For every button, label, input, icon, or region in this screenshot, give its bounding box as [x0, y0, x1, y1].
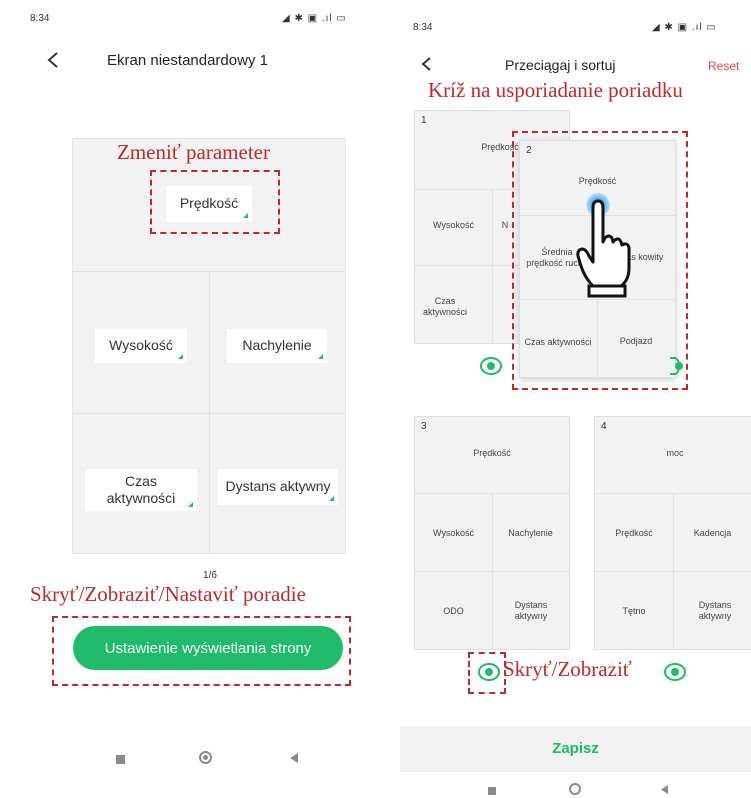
eye-icon[interactable]	[664, 663, 686, 681]
eye-icon[interactable]	[478, 663, 500, 681]
annotation-drag: Kríž na usporiadanie poriadku	[428, 78, 683, 102]
page-title: Przeciągaj i sortuj	[505, 57, 616, 73]
card-cell: Prędkość	[473, 447, 511, 458]
back-icon[interactable]	[420, 56, 432, 72]
screen-card-4[interactable]: 4 moc Prędkość Kadencja Tętno Dystans ak…	[594, 416, 751, 650]
card-number: 3	[421, 421, 427, 432]
card-cell: Dystans aktywny	[698, 600, 732, 621]
page-title: Ekran niestandardowy 1	[107, 52, 268, 69]
page-display-settings-button[interactable]: Ustawienie wyświetlania strony	[73, 626, 343, 670]
cell-active-distance[interactable]: Dystans aktywny	[218, 469, 338, 505]
card-cell: Kadencja	[693, 527, 732, 538]
save-button[interactable]: Zapisz	[400, 740, 751, 757]
back-nav-icon[interactable]	[289, 752, 299, 764]
cell-altitude[interactable]: Wysokość	[95, 329, 187, 363]
card-number: 4	[601, 421, 607, 432]
screen-card-3[interactable]: 3 Prędkość Wysokość Nachylenie ODO Dysta…	[414, 416, 570, 650]
status-icons: ◢ ✱ ▣ .ıl ▭	[652, 22, 717, 33]
home-icon[interactable]	[199, 751, 212, 764]
recent-apps-icon[interactable]	[116, 755, 125, 764]
cell-active-time[interactable]: Czas aktywności	[85, 469, 197, 511]
card-cell: Wysokość	[433, 527, 474, 538]
recent-apps-icon[interactable]	[488, 787, 496, 795]
card-cell: N	[501, 219, 509, 230]
hand-pointer-icon	[576, 199, 631, 298]
cell-slope[interactable]: Nachylenie	[227, 329, 327, 363]
card-cell: ODO	[443, 605, 464, 616]
back-nav-icon[interactable]	[660, 784, 669, 795]
reset-button[interactable]: Reset	[708, 59, 739, 73]
status-time: 8:34	[30, 13, 50, 24]
card-cell: Tętno	[622, 605, 646, 616]
card-cell: Prędkość	[615, 527, 653, 538]
annotation-hide-show: Skryť/Zobraziť	[503, 657, 632, 681]
save-bar: Zapisz	[400, 726, 751, 772]
cell-label: Nachylenie	[242, 337, 312, 354]
card-cell: moc	[666, 447, 684, 458]
card-number: 1	[421, 115, 427, 126]
page-indicator: 1/6	[203, 570, 217, 581]
cell-label: Czas aktywności	[106, 472, 176, 507]
card-cell: Wysokość	[433, 219, 474, 230]
status-icons: ◢ ✱ ▣ .ıl ▭	[282, 13, 347, 24]
home-icon[interactable]	[569, 783, 581, 795]
cell-label: Dystans aktywny	[225, 478, 331, 495]
annotation-change-param: Zmeniť parameter	[117, 140, 270, 164]
annotation-hide-show-order: Skryť/Zobraziť/Nastaviť poradie	[30, 582, 306, 606]
card-cell: Nachylenie	[508, 527, 553, 538]
card-cell: Dystans aktywny	[514, 600, 548, 621]
cell-label: Wysokość	[109, 337, 173, 354]
highlight-box	[150, 170, 280, 234]
status-time: 8:34	[413, 22, 433, 33]
card-cell: Czas aktywności	[422, 296, 467, 317]
eye-icon[interactable]	[480, 357, 502, 375]
